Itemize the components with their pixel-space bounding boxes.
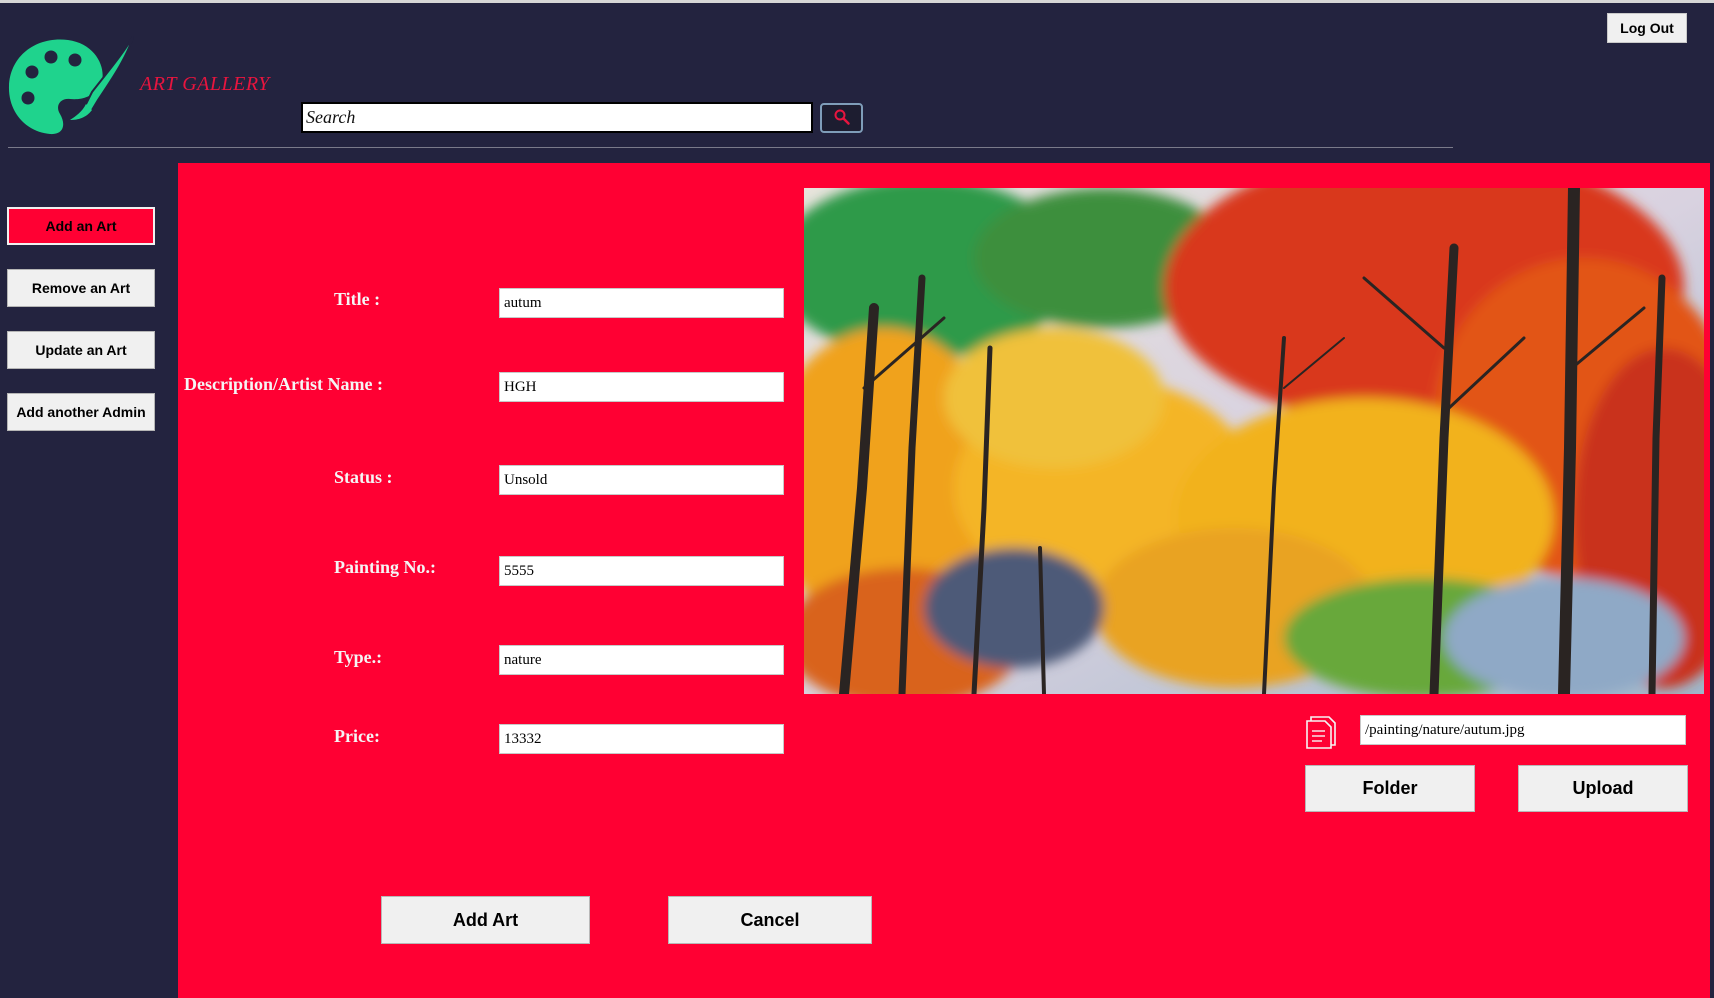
- painting-preview: [804, 188, 1704, 694]
- status-label: Status :: [334, 467, 393, 487]
- search-button[interactable]: [820, 103, 863, 133]
- description-label: Description/Artist Name :: [184, 374, 383, 394]
- app-title: ART GALLERY: [140, 73, 270, 95]
- price-label: Price:: [334, 726, 380, 746]
- title-label: Title :: [334, 289, 381, 309]
- sidebar-item-update-art[interactable]: Update an Art: [7, 331, 155, 369]
- type-label: Type.:: [334, 647, 383, 667]
- file-icon[interactable]: [1303, 711, 1341, 749]
- description-input[interactable]: [499, 372, 784, 402]
- window-top-border: [0, 0, 1714, 3]
- price-input[interactable]: [499, 724, 784, 754]
- sidebar-item-add-art[interactable]: Add an Art: [7, 207, 155, 245]
- title-input[interactable]: [499, 288, 784, 318]
- painting-no-label: Painting No.:: [334, 557, 437, 577]
- palette-brush-icon: [6, 34, 140, 142]
- type-input[interactable]: [499, 645, 784, 675]
- status-input[interactable]: [499, 465, 784, 495]
- header-divider: [8, 147, 1453, 148]
- painting-no-input[interactable]: [499, 556, 784, 586]
- sidebar-item-remove-art[interactable]: Remove an Art: [7, 269, 155, 307]
- sidebar-item-add-admin[interactable]: Add another Admin: [7, 393, 155, 431]
- logout-button[interactable]: Log Out: [1607, 13, 1687, 43]
- folder-button[interactable]: Folder: [1305, 765, 1475, 812]
- file-path-input[interactable]: [1360, 715, 1686, 745]
- cancel-button[interactable]: Cancel: [668, 896, 872, 944]
- add-art-button[interactable]: Add Art: [381, 896, 590, 944]
- search-icon: [833, 108, 851, 129]
- upload-button[interactable]: Upload: [1518, 765, 1688, 812]
- search-input[interactable]: [301, 102, 813, 133]
